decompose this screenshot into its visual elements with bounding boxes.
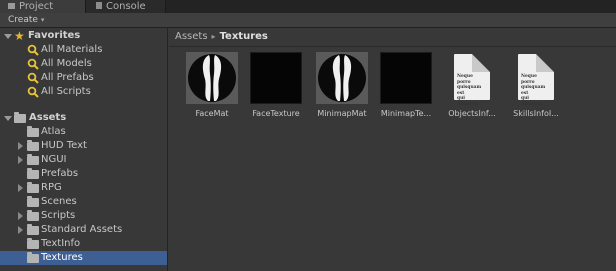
asset-tile-name: MinimapTe... (380, 109, 432, 118)
asset-tile-facetexture[interactable]: FaceTexture (248, 52, 304, 152)
tab-project[interactable]: Project (0, 0, 86, 13)
folder-item-label: Prefabs (41, 168, 79, 179)
assets-header[interactable]: Assets (0, 111, 167, 125)
folder-icon (27, 126, 39, 137)
folder-item-label: Scenes (41, 196, 77, 207)
texture-thumbnail-icon (380, 52, 432, 104)
folder-item-label: Scripts (41, 210, 76, 221)
favorite-item[interactable]: All Materials (0, 43, 167, 57)
folder-contents-panel: Assets ▸ Textures FaceMat FaceTexture Mini… (169, 28, 616, 271)
chevron-down-icon: ▾ (40, 16, 45, 24)
document-page: Neque porro quisquam est qui dolorem. (518, 54, 554, 107)
folder-item-label: TextInfo (41, 238, 81, 249)
asset-tile-name: MinimapMat (317, 109, 367, 118)
project-tab-icon (8, 3, 15, 9)
folder-item-label: Textures (41, 252, 83, 263)
document-preview-text: Neque porro quisquam est qui dolorem. (521, 74, 546, 107)
folder-item-standard-assets[interactable]: Standard Assets (0, 223, 167, 237)
search-icon (27, 72, 39, 84)
favorite-item-label: All Prefabs (41, 72, 94, 83)
folder-tree-panel: ★ Favorites All Materials All Models All… (0, 28, 168, 271)
asset-tile-skillsinfo[interactable]: Neque porro quisquam est qui dolorem. Sk… (508, 52, 564, 152)
expand-arrow-icon[interactable] (18, 212, 23, 220)
breadcrumb-separator-icon: ▸ (211, 32, 216, 41)
tab-project-label: Project (19, 1, 54, 12)
tab-console[interactable]: Console (86, 0, 166, 13)
folder-item-hud-text[interactable]: HUD Text (0, 139, 167, 153)
folder-item-ngui[interactable]: NGUI (0, 153, 167, 167)
material-sphere-icon (316, 52, 368, 104)
folder-icon (27, 196, 39, 207)
expand-arrow-icon[interactable] (18, 156, 23, 164)
asset-tile-objectsinfo[interactable]: Neque porro quisquam est qui dolorem. Ob… (444, 52, 500, 152)
favorite-item[interactable]: All Scripts (0, 85, 167, 99)
folder-icon (27, 182, 39, 193)
folder-item-label: RPG (41, 182, 62, 193)
favorite-item[interactable]: All Models (0, 57, 167, 71)
favorites-header-label: Favorites (28, 30, 81, 41)
folder-item-label: HUD Text (41, 140, 87, 151)
window-tab-strip: Project Console (0, 0, 616, 13)
folder-item-label: NGUI (41, 154, 67, 165)
breadcrumb-divider (169, 46, 616, 47)
favorite-item-label: All Scripts (41, 86, 91, 97)
star-icon: ★ (14, 29, 25, 43)
folder-item-prefabs[interactable]: Prefabs (0, 167, 167, 181)
asset-tile-minimapmat[interactable]: MinimapMat (314, 52, 370, 152)
expand-arrow-icon[interactable] (18, 142, 23, 150)
document-preview-text: Neque porro quisquam est qui dolorem. (457, 74, 482, 107)
asset-tile-minimaptexture[interactable]: MinimapTe... (378, 52, 434, 152)
folder-icon (27, 252, 39, 263)
folder-icon (27, 210, 39, 221)
texture-thumbnail-icon (250, 52, 302, 104)
folder-icon (27, 140, 39, 151)
expand-arrow-icon[interactable] (4, 116, 12, 121)
folder-icon (27, 168, 39, 179)
favorite-item-label: All Models (41, 58, 92, 69)
console-tab-icon (96, 2, 102, 9)
favorite-item-label: All Materials (41, 44, 103, 55)
text-document-icon: Neque porro quisquam est qui dolorem. (446, 52, 498, 107)
create-label: Create (8, 15, 38, 25)
asset-tile-name: FaceMat (195, 109, 229, 118)
create-dropdown[interactable]: Create ▾ (8, 14, 44, 27)
favorites-header[interactable]: ★ Favorites (0, 29, 167, 43)
tab-console-label: Console (106, 1, 146, 12)
search-icon (27, 86, 39, 98)
folder-item-textinfo[interactable]: TextInfo (0, 237, 167, 251)
material-sphere-icon (186, 52, 238, 104)
folder-item-atlas[interactable]: Atlas (0, 125, 167, 139)
project-toolbar: Create ▾ (0, 13, 616, 28)
search-icon (27, 58, 39, 70)
folder-item-scripts[interactable]: Scripts (0, 209, 167, 223)
asset-tile-name: FaceTexture (252, 109, 300, 118)
folder-item-rpg[interactable]: RPG (0, 181, 167, 195)
folder-icon (14, 112, 26, 123)
folder-item-scenes[interactable]: Scenes (0, 195, 167, 209)
breadcrumb-assets[interactable]: Assets (175, 31, 208, 42)
asset-tile-facemat[interactable]: FaceMat (184, 52, 240, 152)
expand-arrow-icon[interactable] (18, 184, 23, 192)
folder-item-label: Atlas (41, 126, 66, 137)
asset-tile-name: SkillsInfoI... (513, 109, 559, 118)
folder-icon (27, 238, 39, 249)
favorite-item[interactable]: All Prefabs (0, 71, 167, 85)
asset-tile-name: ObjectsInf... (448, 109, 496, 118)
folder-icon (27, 224, 39, 235)
folder-item-label: Standard Assets (41, 224, 123, 235)
expand-arrow-icon[interactable] (18, 226, 23, 234)
folder-item-textures[interactable]: Textures (0, 251, 167, 265)
breadcrumb: Assets ▸ Textures (175, 30, 268, 44)
text-document-icon: Neque porro quisquam est qui dolorem. (510, 52, 562, 107)
breadcrumb-textures[interactable]: Textures (220, 31, 268, 42)
assets-header-label: Assets (29, 112, 67, 123)
search-icon (27, 44, 39, 56)
document-page: Neque porro quisquam est qui dolorem. (454, 54, 490, 107)
folder-icon (27, 154, 39, 165)
expand-arrow-icon[interactable] (4, 34, 12, 39)
